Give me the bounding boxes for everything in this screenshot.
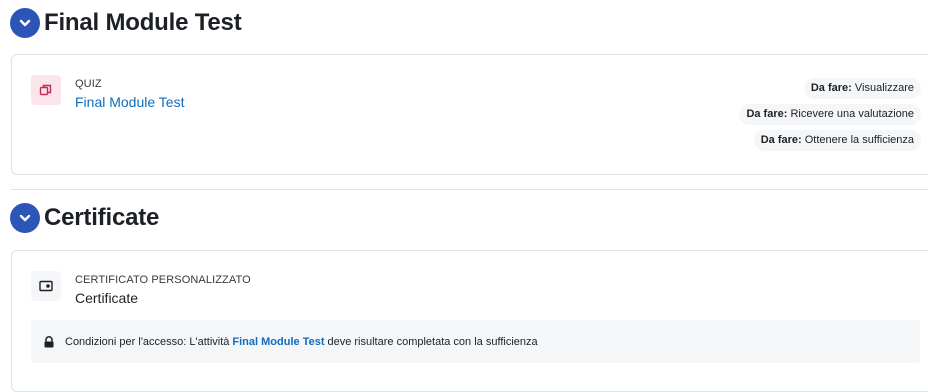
section-divider (11, 189, 928, 190)
restriction-text-before: Condizioni per l'accesso: L'attività (65, 335, 230, 348)
completion-requirements: Da fare: Visualizzare Da fare: Ricevere … (739, 78, 921, 151)
lock-icon (44, 335, 54, 347)
section-header-certificate: Certificate (10, 203, 159, 233)
activity-icon (31, 75, 61, 105)
activity-icon (31, 271, 61, 301)
completion-badge-view: Da fare: Visualizzare (803, 78, 921, 99)
section-header-final-module-test: Final Module Test (10, 8, 242, 38)
quiz-icon (39, 84, 52, 96)
completion-badge-grade: Da fare: Ricevere una valutazione (739, 104, 921, 125)
activity-name-certificate: Certificate (75, 290, 139, 306)
section-title[interactable]: Certificate (44, 204, 159, 232)
chevron-down-icon (19, 19, 31, 27)
completion-badge-pass: Da fare: Ottenere la sufficienza (753, 130, 921, 151)
activity-link-final-module-test[interactable]: Final Module Test (75, 94, 184, 110)
section-collapse-toggle[interactable] (10, 203, 40, 233)
restriction-link-final-module-test[interactable]: Final Module Test (232, 336, 324, 348)
restriction-text-after: deve risultare completata con la suffici… (327, 335, 538, 348)
certificate-icon (39, 280, 53, 292)
activity-type-label: QUIZ (75, 78, 102, 90)
section-collapse-toggle[interactable] (10, 8, 40, 38)
access-restriction: Condizioni per l'accesso: L'attività Fin… (31, 320, 920, 363)
chevron-down-icon (19, 214, 31, 222)
activity-type-label: CERTIFICATO PERSONALIZZATO (75, 274, 251, 286)
section-title[interactable]: Final Module Test (44, 9, 242, 37)
